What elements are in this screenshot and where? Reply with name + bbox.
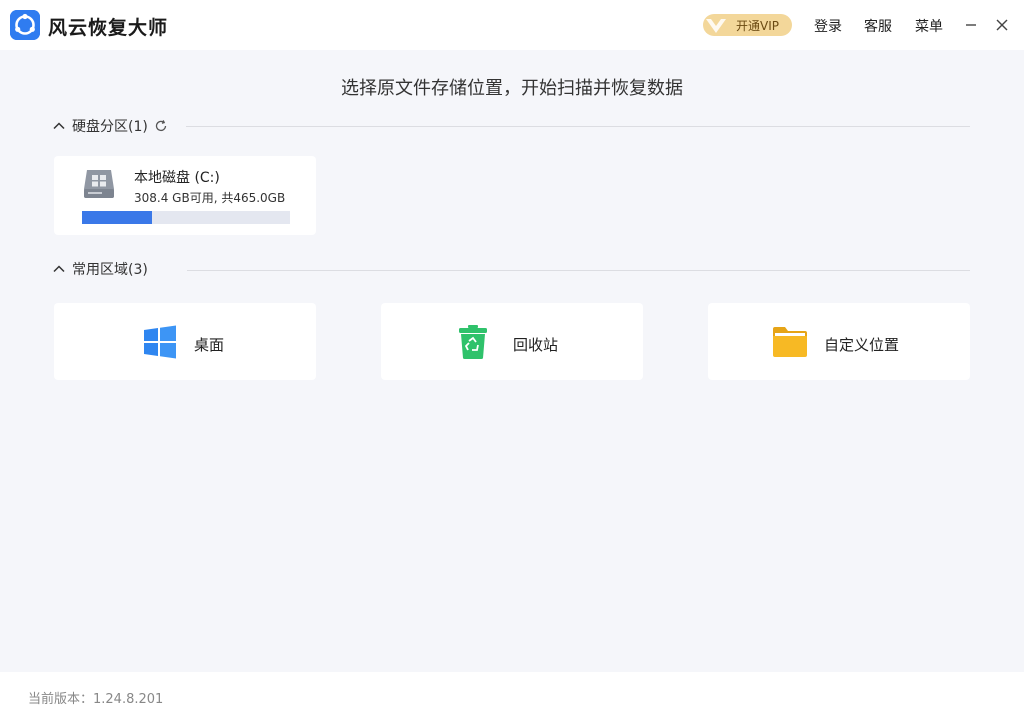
area-card-desktop[interactable]: 桌面 [54, 303, 316, 380]
area-label: 桌面 [194, 334, 224, 355]
area-card-recycle-bin[interactable]: 回收站 [381, 303, 643, 380]
chevron-up-icon[interactable] [52, 262, 66, 276]
windows-icon [142, 324, 178, 360]
disk-section-header[interactable]: 硬盘分区(1) [52, 116, 168, 136]
area-section-title: 常用区域(3) [72, 259, 148, 279]
app-logo-icon [10, 10, 40, 40]
disk-usage-bar [82, 211, 290, 224]
disk-card-c[interactable]: 本地磁盘 (C:) 308.4 GB可用, 共465.0GB [54, 156, 316, 235]
page-heading: 选择原文件存储位置，开始扫描并恢复数据 [0, 74, 1024, 100]
vip-badge-icon [703, 14, 729, 36]
disk-usage-fill [82, 211, 152, 224]
disk-section-title: 硬盘分区(1) [72, 116, 148, 136]
vip-button[interactable]: 开通VIP [703, 14, 792, 36]
login-link[interactable]: 登录 [814, 16, 842, 36]
area-label: 回收站 [513, 334, 558, 355]
disk-name: 本地磁盘 (C:) [134, 167, 220, 187]
vip-label: 开通VIP [736, 17, 779, 34]
footer: 当前版本：1.24.8.201 [0, 672, 1024, 720]
title-bar: 风云恢复大师 开通VIP 登录 客服 菜单 [0, 0, 1024, 50]
folder-icon [772, 324, 808, 360]
chevron-up-icon[interactable] [52, 119, 66, 133]
section-divider [186, 126, 970, 127]
refresh-icon[interactable] [154, 119, 168, 133]
area-section-header[interactable]: 常用区域(3) [52, 259, 148, 279]
recycle-bin-icon [455, 324, 491, 360]
menu-link[interactable]: 菜单 [915, 16, 943, 36]
app-title: 风云恢复大师 [48, 13, 168, 40]
service-link[interactable]: 客服 [864, 16, 892, 36]
area-label: 自定义位置 [824, 334, 899, 355]
close-icon[interactable] [993, 16, 1011, 34]
hard-drive-icon [82, 167, 116, 201]
disk-capacity: 308.4 GB可用, 共465.0GB [134, 189, 285, 206]
area-card-custom-location[interactable]: 自定义位置 [708, 303, 970, 380]
section-divider [187, 270, 970, 271]
version-text: 当前版本：1.24.8.201 [28, 688, 163, 707]
minimize-icon[interactable] [962, 16, 980, 34]
